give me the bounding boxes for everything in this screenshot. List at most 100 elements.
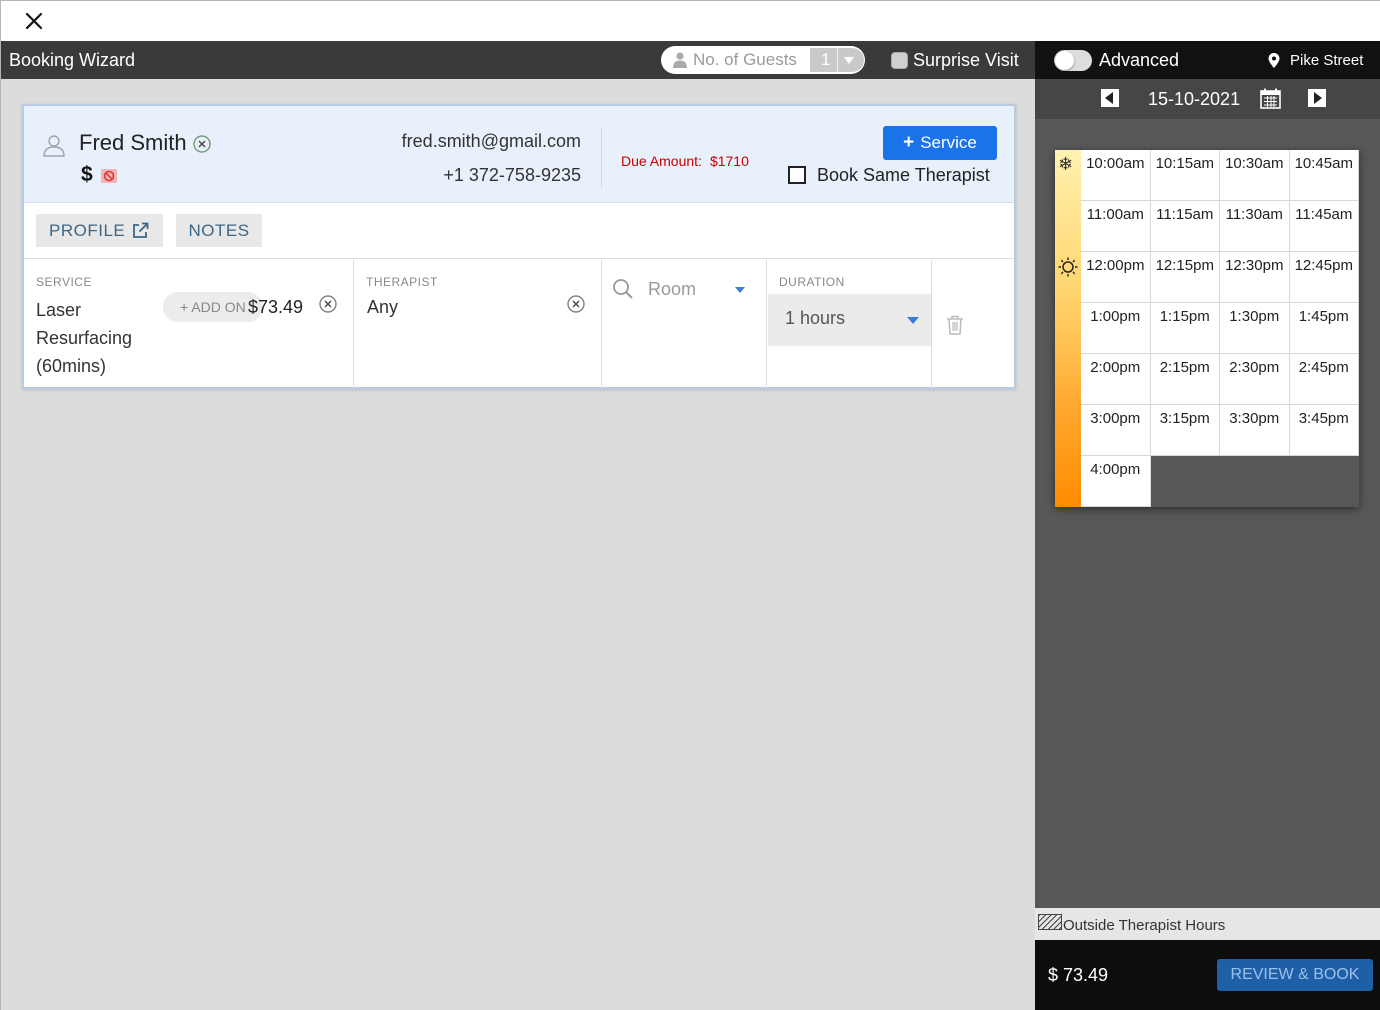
service-row: SERVICE Laser Resurfacing (60mins) + ADD… [24,260,1014,389]
client-tabs: PROFILE NOTES [24,204,1014,259]
time-slot[interactable]: 11:45am [1289,201,1359,252]
page-title: Booking Wizard [9,50,136,70]
time-slot[interactable]: 3:30pm [1220,405,1290,456]
tab-profile[interactable]: PROFILE [36,214,163,247]
delete-cell [932,260,1014,389]
snowflake-icon: ❄ [1058,154,1074,174]
close-icon[interactable] [23,10,45,32]
time-slot-grid: ❄ 10:00am 10:15am 10:30am 10:45am 11:00am 11:… [1055,150,1359,507]
add-service-label: Service [920,133,977,152]
sun-icon [1058,257,1078,277]
room-input[interactable]: Room [648,279,696,300]
time-slot[interactable]: 12:45pm [1289,252,1359,303]
duration-select[interactable]: 1 hours [768,294,931,346]
previous-day-icon[interactable] [1101,89,1119,107]
payment-icon: $ [81,163,93,186]
search-icon [613,279,633,299]
legend: Outside Therapist Hours [1035,908,1380,940]
side-header: Advanced Pike Street [1035,41,1380,79]
schedule-panel: 15-10-2021 ❄ 10:00am 10:15am 10:30am 10:45a… [1035,79,1380,1010]
time-slot[interactable]: 1:45pm [1289,303,1359,354]
time-slot[interactable]: 11:30am [1220,201,1290,252]
surprise-visit-checkbox[interactable] [891,52,908,69]
service-price: $73.49 [248,297,304,317]
advanced-toggle[interactable] [1054,50,1092,71]
book-same-therapist-checkbox[interactable] [788,166,806,184]
time-slot[interactable]: 10:45am [1289,150,1359,201]
duration-cell: DURATION 1 hours [767,260,932,389]
guests-label: No. of Guests [693,50,797,69]
service-name[interactable]: Laser Resurfacing (60mins) [36,296,156,380]
person-icon [673,52,687,68]
booking-window: Booking Wizard No. of Guests 1 Surprise … [0,0,1380,1010]
service-cell: SERVICE Laser Resurfacing (60mins) + ADD… [24,260,354,389]
time-slot[interactable]: 1:15pm [1150,303,1220,354]
time-slot[interactable]: 2:00pm [1081,354,1151,405]
time-slot[interactable]: 3:00pm [1081,405,1151,456]
checkout-bar: $ 73.49 REVIEW & BOOK [1035,940,1380,1010]
tab-notes[interactable]: NOTES [176,214,262,247]
due-value: $1710 [709,153,749,169]
client-header: Fred Smith $ fred.smith@gmail.com +1 372… [24,106,1014,203]
booking-card: Fred Smith $ fred.smith@gmail.com +1 372… [22,104,1016,389]
advanced-label: Advanced [1099,50,1180,70]
duration-value: 1 hours [785,308,846,328]
time-slot[interactable]: 4:00pm [1081,456,1151,507]
plus-icon: + [903,132,915,153]
add-service-button[interactable]: + Service [883,126,997,160]
selected-date: 15-10-2021 [1148,89,1241,109]
next-day-icon[interactable] [1308,89,1326,107]
time-slot[interactable]: 2:15pm [1150,354,1220,405]
client-phone: +1 372-758-9235 [443,165,581,185]
review-and-book-button[interactable]: REVIEW & BOOK [1217,959,1373,991]
time-slot[interactable]: 12:30pm [1220,252,1290,303]
calendar-icon[interactable] [1260,88,1281,109]
chevron-down-icon [844,57,854,64]
remove-service-icon[interactable] [319,295,337,313]
guests-selector[interactable]: No. of Guests 1 [661,46,865,74]
time-slot[interactable]: 3:45pm [1289,405,1359,456]
room-cell[interactable]: Room [602,260,767,389]
slot-cells: 10:00am 10:15am 10:30am 10:45am 11:00am 11:15… [1081,150,1359,507]
time-slot[interactable]: 11:15am [1150,201,1220,252]
book-same-therapist-label: Book Same Therapist [817,165,990,185]
time-slot[interactable]: 3:15pm [1150,405,1220,456]
title-bar [1,1,1380,41]
therapist-caption: THERAPIST [366,275,438,289]
external-link-icon [133,222,149,238]
location-label[interactable]: Pike Street [1290,52,1363,69]
toggle-knob [1055,51,1074,70]
time-slot[interactable]: 12:15pm [1150,252,1220,303]
time-slot[interactable]: 2:45pm [1289,354,1359,405]
client-name: Fred Smith [79,130,187,155]
booking-area: Fred Smith $ fred.smith@gmail.com +1 372… [1,79,1035,1010]
client-email: fred.smith@gmail.com [401,131,581,151]
time-slot[interactable]: 11:00am [1081,201,1151,252]
legend-label: Outside Therapist Hours [1063,917,1226,934]
time-slot[interactable]: 1:30pm [1220,303,1290,354]
no-card-icon [101,169,117,183]
time-slot[interactable]: 10:15am [1150,150,1220,201]
due-amount: Due Amount: $1710 [621,153,749,169]
time-slot[interactable]: 1:00pm [1081,303,1151,354]
remove-client-icon[interactable] [193,135,211,153]
total-amount: $ 73.49 [1048,965,1109,985]
time-slot[interactable]: 2:30pm [1220,354,1290,405]
therapist-cell: THERAPIST Any [354,260,602,389]
guests-count: 1 [821,50,831,69]
time-slot[interactable]: 10:00am [1081,150,1151,201]
tab-profile-label: PROFILE [49,221,126,240]
wizard-header: Booking Wizard No. of Guests 1 Surprise … [1,41,1035,79]
therapist-value[interactable]: Any [367,297,398,318]
time-slot[interactable]: 10:30am [1220,150,1290,201]
service-caption: SERVICE [36,275,92,289]
trash-icon[interactable] [946,315,964,335]
divider [601,128,602,188]
divider [837,48,838,72]
hatch-swatch-icon [1038,914,1062,930]
clear-therapist-icon[interactable] [567,295,585,313]
duration-caption: DURATION [779,275,845,289]
time-slot[interactable]: 12:00pm [1081,252,1151,303]
guests-count-dropdown[interactable]: 1 [810,48,864,72]
chevron-down-icon[interactable] [735,287,745,293]
